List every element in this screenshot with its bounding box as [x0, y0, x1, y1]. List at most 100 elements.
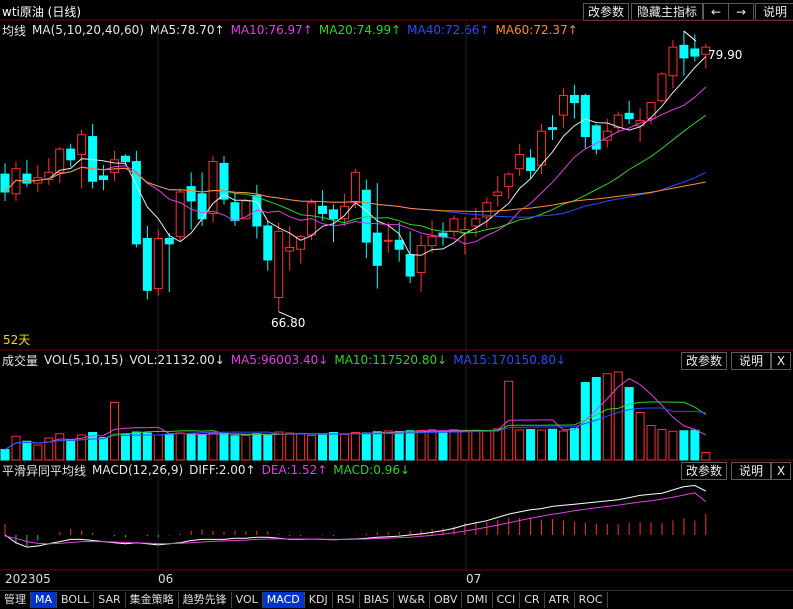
volume-bar [274, 431, 284, 461]
volume-bar [230, 435, 240, 461]
candle-body [679, 44, 689, 59]
volume-bar [548, 428, 557, 461]
candle-body [153, 237, 163, 290]
volume-bar [394, 431, 404, 461]
tab-cr[interactable]: CR [520, 592, 545, 608]
volume-bar [405, 430, 415, 461]
volume-bar [318, 433, 328, 461]
volume-bar [657, 429, 667, 461]
volume-bar [679, 430, 689, 461]
candle-body [416, 245, 426, 273]
volume-close-icon[interactable]: X [771, 352, 791, 370]
high-marker [683, 30, 697, 42]
volume-bar [55, 433, 65, 461]
tab-cci[interactable]: CCI [493, 592, 521, 608]
volume-bar [339, 434, 349, 461]
tab-kdj[interactable]: KDJ [305, 592, 333, 608]
macd-change-params-button[interactable]: 改参数 [681, 462, 727, 480]
candle-body [219, 162, 229, 200]
macd-help-button[interactable]: 说明 [731, 462, 771, 480]
tab-sar[interactable]: SAR [94, 592, 126, 608]
candle-body [99, 175, 109, 180]
candle-body [657, 73, 667, 102]
macd-value: MACD:0.96↓ [333, 463, 411, 477]
high-annotation: 79.90 [708, 48, 743, 62]
volume-bar [449, 429, 459, 461]
tab-roc[interactable]: ROC [575, 592, 608, 608]
candle-body [624, 112, 634, 120]
candle-body [208, 161, 218, 214]
tab-obv[interactable]: OBV [430, 592, 463, 608]
candle-body [646, 102, 656, 120]
volume-bar [350, 432, 360, 461]
volume-bar [668, 430, 678, 461]
volume-bar [241, 435, 251, 461]
volume-bar [329, 432, 338, 461]
candle-body [690, 48, 700, 57]
macd-lines [4, 484, 707, 548]
chart-canvas [0, 19, 793, 571]
volume-bar [482, 430, 492, 461]
volume-bar [252, 433, 262, 461]
candle-body [372, 232, 382, 266]
indicator-toolbar: 管理 MA BOLL SAR 集金策略 趋势先锋 VOL MACD KDJ RS… [0, 590, 793, 609]
candle-body [120, 155, 130, 163]
macd-dea: DEA:1.52↑ [261, 463, 328, 477]
candle-body [537, 130, 547, 166]
macd-close-icon[interactable]: X [771, 462, 791, 480]
candle-body [668, 46, 678, 77]
volume-bar [701, 452, 711, 461]
volume-help-button[interactable]: 说明 [731, 352, 771, 370]
candle-body [77, 134, 87, 155]
tab-ma[interactable]: MA [31, 592, 58, 608]
volume-ma5: MA5:96003.40↓ [230, 353, 329, 367]
volume-bar [438, 430, 448, 461]
volume-bar [22, 440, 32, 461]
candle-body [526, 157, 536, 172]
candle-body [558, 94, 568, 116]
volume-bar [142, 432, 152, 461]
candle-body [329, 209, 338, 220]
tab-atr[interactable]: ATR [545, 592, 575, 608]
candle-body [164, 237, 174, 245]
volume-bar [164, 433, 174, 461]
volume-bar [186, 434, 196, 461]
candle-body [361, 189, 371, 243]
tab-trend-pioneer[interactable]: 趋势先锋 [179, 592, 232, 608]
tab-wr[interactable]: W&R [394, 592, 430, 608]
volume-bar [569, 428, 579, 461]
volume-bar [383, 430, 393, 461]
volume-bar [296, 433, 306, 461]
volume-bar [537, 429, 547, 461]
tab-macd[interactable]: MACD [262, 592, 305, 608]
volume-bar [131, 431, 141, 461]
volume-bar [153, 434, 163, 461]
tab-dmi[interactable]: DMI [462, 592, 493, 608]
ma5-line [4, 56, 707, 256]
tab-bias[interactable]: BIAS [360, 592, 394, 608]
tab-rsi[interactable]: RSI [333, 592, 360, 608]
xaxis-label-06: 06 [158, 572, 174, 586]
xaxis-label-202305: 202305 [5, 572, 51, 586]
tab-vol[interactable]: VOL [232, 592, 263, 608]
volume-bar [66, 439, 76, 461]
volume-bar [372, 431, 382, 461]
volume-value: VOL:21132.00↓ [129, 353, 225, 367]
volume-change-params-button[interactable]: 改参数 [681, 352, 727, 370]
volume-bar [33, 444, 43, 461]
tab-jiqin-strategy[interactable]: 集金策略 [126, 592, 179, 608]
volume-params: VOL(5,10,15) [44, 353, 124, 367]
low-annotation: 66.80 [271, 316, 306, 330]
tab-manage[interactable]: 管理 [0, 592, 31, 608]
volume-bar [0, 449, 10, 461]
candle-body [66, 148, 76, 161]
candle-body [427, 236, 437, 247]
candle-body [504, 173, 514, 188]
tab-boll[interactable]: BOLL [57, 592, 95, 608]
price-candles [0, 31, 711, 312]
volume-bar [263, 434, 273, 461]
volume-bar [307, 435, 317, 461]
volume-bar [11, 435, 21, 461]
volume-bar [416, 430, 426, 461]
candle-body [285, 246, 295, 252]
